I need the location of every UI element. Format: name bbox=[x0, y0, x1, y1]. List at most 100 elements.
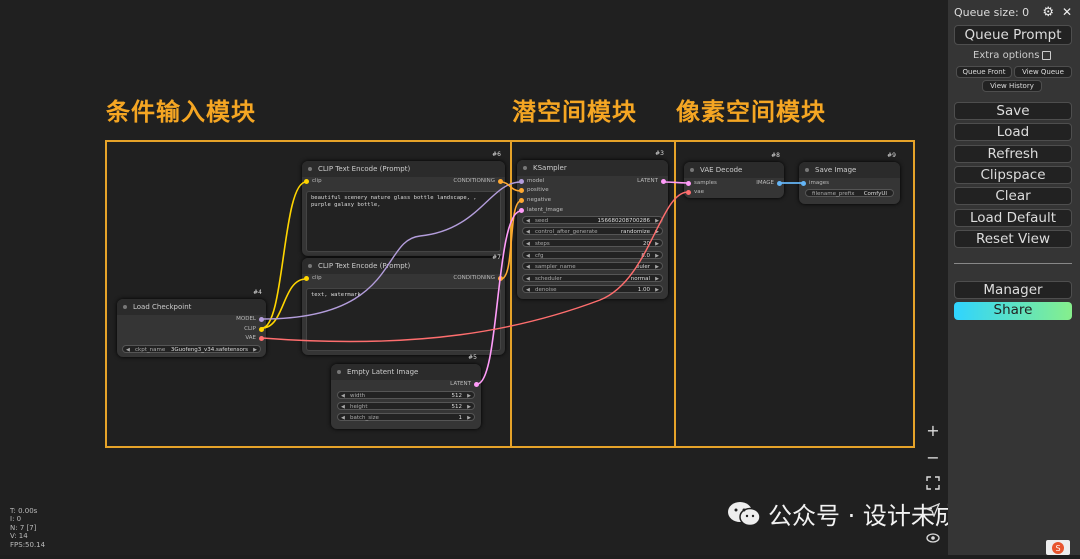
input-slot-positive[interactable]: positive bbox=[519, 187, 549, 193]
node-title[interactable]: CLIP Text Encode (Prompt) bbox=[302, 161, 505, 177]
reset-view-button[interactable]: Reset View bbox=[954, 230, 1072, 248]
node-title[interactable]: Empty Latent Image bbox=[331, 364, 481, 380]
input-slot-samples[interactable]: samples bbox=[686, 180, 717, 186]
output-slot-model[interactable]: MODEL bbox=[236, 316, 264, 322]
gear-icon[interactable]: ⚙ bbox=[1042, 5, 1054, 20]
widget-label: filename_prefix bbox=[812, 191, 855, 197]
output-slot-image[interactable]: IMAGE bbox=[756, 180, 782, 186]
widget-value: euler bbox=[635, 264, 650, 270]
widget-label: height bbox=[350, 404, 368, 410]
node-load-checkpoint[interactable]: #4 Load Checkpoint MODEL CLIP VAE ◀ ckpt_… bbox=[117, 289, 266, 357]
node-id: #5 bbox=[468, 354, 477, 361]
output-slot-clip[interactable]: CLIP bbox=[244, 326, 264, 332]
refresh-button[interactable]: Refresh bbox=[954, 145, 1072, 163]
wechat-icon bbox=[726, 500, 762, 528]
output-slot-latent[interactable]: LATENT bbox=[637, 178, 666, 184]
widget-label: seed bbox=[535, 218, 549, 224]
prompt-textarea[interactable]: beautiful scenery nature glass bottle la… bbox=[306, 191, 501, 252]
output-slot-latent[interactable]: LATENT bbox=[450, 381, 479, 387]
widget-label: cfg bbox=[535, 253, 544, 259]
node-title[interactable]: Save Image bbox=[799, 162, 900, 178]
slot-dot-clip[interactable] bbox=[304, 179, 309, 184]
arrow-left-icon[interactable]: ◀ bbox=[126, 346, 130, 354]
input-slot-vae[interactable]: vae bbox=[686, 189, 705, 195]
save-button[interactable]: Save bbox=[954, 102, 1072, 120]
input-slot-negative[interactable]: negative bbox=[519, 197, 552, 203]
close-icon[interactable]: ✕ bbox=[1062, 5, 1072, 19]
slot-label: vae bbox=[694, 189, 705, 195]
steps-widget[interactable]: ◀ steps 20 ▶ bbox=[522, 239, 663, 247]
arrow-right-icon[interactable]: ▶ bbox=[253, 346, 257, 354]
widget-value: 512 bbox=[451, 393, 463, 399]
fit-view-icon[interactable] bbox=[924, 476, 942, 494]
stat-nodes: N: 7 [7] bbox=[10, 523, 37, 532]
slot-dot-vae[interactable] bbox=[259, 336, 264, 341]
queue-prompt-button[interactable]: Queue Prompt bbox=[954, 25, 1072, 45]
width-number-widget[interactable]: ◀ width 512 ▶ bbox=[337, 391, 475, 399]
prompt-textarea[interactable]: text, watermark bbox=[306, 288, 501, 351]
slot-dot-clip[interactable] bbox=[259, 327, 264, 332]
zoom-in-icon[interactable]: + bbox=[924, 422, 942, 440]
node-ksampler[interactable]: #3 KSampler model positive negative late… bbox=[517, 150, 668, 299]
clipspace-button[interactable]: Clipspace bbox=[954, 166, 1072, 184]
view-history-button[interactable]: View History bbox=[982, 80, 1042, 92]
scheduler-combo[interactable]: ◀ scheduler normal ▶ bbox=[522, 274, 663, 282]
batch-size-number-widget[interactable]: ◀ batch_size 1 ▶ bbox=[337, 413, 475, 421]
node-title[interactable]: VAE Decode bbox=[684, 162, 784, 178]
input-slot-clip[interactable]: clip bbox=[304, 178, 322, 184]
filename-prefix-field[interactable]: filename_prefix ComfyUI bbox=[805, 189, 894, 197]
share-button[interactable]: Share bbox=[954, 302, 1072, 320]
slot-dot-clip[interactable] bbox=[304, 276, 309, 281]
control-after-generate-combo[interactable]: ◀ control_after_generate randomize ▶ bbox=[522, 227, 663, 235]
queue-size-row: Queue size: 0 ⚙ ✕ bbox=[954, 5, 1074, 20]
input-slot-images[interactable]: images bbox=[801, 180, 829, 186]
output-slot-conditioning[interactable]: CONDITIONING bbox=[453, 178, 503, 184]
input-slot-latent-image[interactable]: latent_image bbox=[519, 207, 563, 213]
output-slot-vae[interactable]: VAE bbox=[245, 335, 264, 341]
slot-dot-latent[interactable] bbox=[474, 382, 479, 387]
load-default-button[interactable]: Load Default bbox=[954, 209, 1072, 227]
input-slot-model[interactable]: model bbox=[519, 178, 544, 184]
queue-front-button[interactable]: Queue Front bbox=[956, 66, 1012, 78]
widget-value: 1 bbox=[458, 415, 463, 421]
node-vae-decode[interactable]: #8 VAE Decode samples vae IMAGE bbox=[684, 152, 784, 198]
node-clip-text-encode-negative[interactable]: #7 CLIP Text Encode (Prompt) clip CONDIT… bbox=[302, 254, 505, 355]
widget-label: width bbox=[350, 393, 366, 399]
node-clip-text-encode-positive[interactable]: #6 CLIP Text Encode (Prompt) clip CONDIT… bbox=[302, 151, 505, 256]
clear-button[interactable]: Clear bbox=[954, 187, 1072, 205]
extra-options-label: Extra options bbox=[973, 50, 1040, 61]
slot-dot-conditioning[interactable] bbox=[498, 179, 503, 184]
extra-options-toggle[interactable]: Extra options bbox=[973, 50, 1052, 61]
input-slot-clip[interactable]: clip bbox=[304, 275, 322, 281]
eye-icon[interactable] bbox=[924, 530, 942, 548]
sampler-name-combo[interactable]: ◀ sampler_name euler ▶ bbox=[522, 262, 663, 270]
slot-label: LATENT bbox=[450, 381, 471, 387]
slot-dot-conditioning[interactable] bbox=[498, 276, 503, 281]
graph-canvas[interactable]: 条件输入模块 潜空间模块 像素空间模块 #6 CLIP Text Encode … bbox=[0, 0, 948, 555]
ckpt-name-combo[interactable]: ◀ ckpt_name 3Guofeng3_v34.safetensors ▶ bbox=[122, 345, 261, 353]
denoise-widget[interactable]: ◀ denoise 1.00 ▶ bbox=[522, 285, 663, 293]
widget-label: ckpt_name bbox=[135, 347, 166, 353]
node-title[interactable]: KSampler bbox=[517, 160, 668, 176]
extra-options-checkbox[interactable] bbox=[1042, 50, 1052, 60]
menu-divider bbox=[954, 263, 1072, 264]
seed-widget[interactable]: ◀ seed 156680208700286 ▶ bbox=[522, 216, 663, 224]
view-queue-button[interactable]: View Queue bbox=[1014, 66, 1072, 78]
output-slot-conditioning[interactable]: CONDITIONING bbox=[453, 275, 503, 281]
slot-label: negative bbox=[527, 197, 552, 203]
height-number-widget[interactable]: ◀ height 512 ▶ bbox=[337, 402, 475, 410]
load-button[interactable]: Load bbox=[954, 123, 1072, 141]
widget-label: scheduler bbox=[535, 276, 562, 282]
node-id: #7 bbox=[492, 254, 501, 261]
node-save-image[interactable]: #9 Save Image images filename_prefix Comf… bbox=[799, 152, 900, 204]
slot-dot-model[interactable] bbox=[259, 317, 264, 322]
node-title[interactable]: Load Checkpoint bbox=[117, 299, 266, 315]
section-title-pixel: 像素空间模块 bbox=[676, 98, 826, 126]
node-empty-latent-image[interactable]: #5 Empty Latent Image LATENT ◀ width 512 ▶ … bbox=[331, 354, 481, 429]
locate-icon[interactable] bbox=[924, 502, 942, 521]
manager-button[interactable]: Manager bbox=[954, 281, 1072, 299]
zoom-out-icon[interactable]: − bbox=[924, 449, 942, 467]
node-title[interactable]: CLIP Text Encode (Prompt) bbox=[302, 258, 505, 274]
cfg-widget[interactable]: ◀ cfg 8.0 ▶ bbox=[522, 251, 663, 259]
widget-value: 1.00 bbox=[637, 287, 650, 293]
